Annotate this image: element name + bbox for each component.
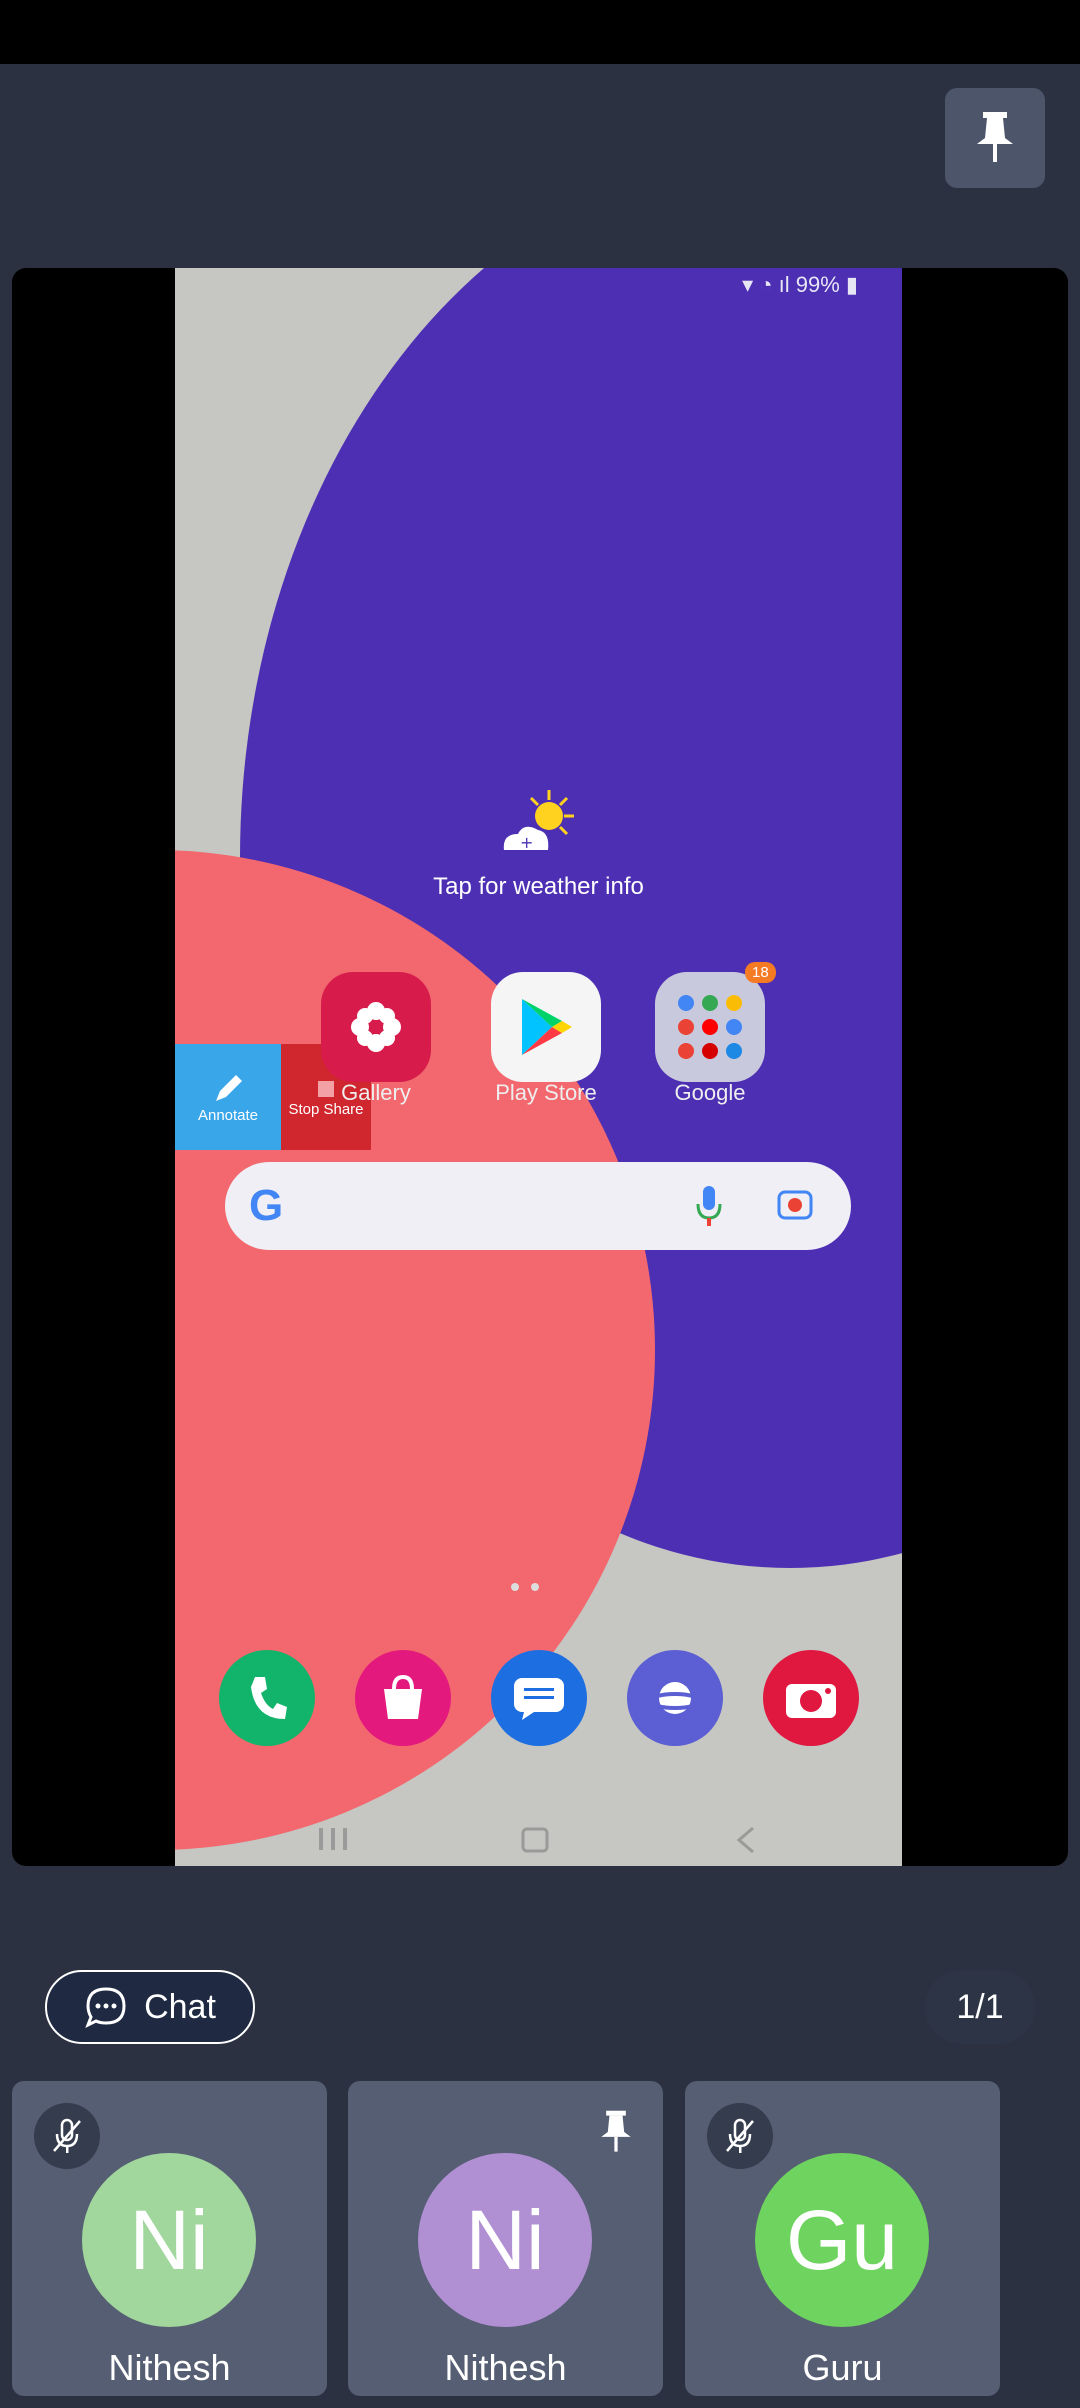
play-store-label: Play Store xyxy=(495,1080,597,1105)
participant-name: Nithesh xyxy=(108,2347,231,2388)
recent-apps-icon[interactable] xyxy=(315,1826,351,1852)
phone-nav-bar xyxy=(175,1808,902,1866)
google-folder[interactable]: 18 xyxy=(655,962,776,1082)
shared-phone-screen: ▾ ◔ ıl 99% ▮ + Tap for weather info Anno… xyxy=(175,268,902,1866)
battery-text: 99% xyxy=(795,272,840,297)
lens-icon[interactable] xyxy=(775,1184,815,1224)
mic-icon[interactable] xyxy=(695,1184,723,1228)
phone-icon xyxy=(251,1677,287,1719)
google-apps-folder-icon xyxy=(678,995,742,1059)
participant-tile[interactable]: Gu Guru xyxy=(685,2081,1000,2396)
home-icon[interactable] xyxy=(520,1826,550,1854)
system-status-bar xyxy=(0,0,1080,64)
participant-name: Guru xyxy=(802,2347,883,2388)
pin-icon[interactable] xyxy=(598,2109,634,2155)
svg-text:+: + xyxy=(520,833,533,852)
mic-off-icon xyxy=(726,2118,754,2153)
chat-button[interactable]: Chat xyxy=(45,1970,255,2044)
camera-app[interactable] xyxy=(763,1650,859,1746)
chat-icon xyxy=(85,1987,126,2029)
notification-badge: 18 xyxy=(745,962,776,983)
internet-icon xyxy=(648,1682,702,1714)
participant-tile[interactable]: Ni Nithesh xyxy=(12,2081,327,2396)
avatar: Gu xyxy=(755,2153,929,2327)
annotate-label: Annotate xyxy=(197,1106,259,1124)
screen-share-view: ▾ ◔ ıl 99% ▮ + Tap for weather info Anno… xyxy=(12,268,1068,1866)
messages-app[interactable] xyxy=(491,1650,587,1746)
store-app[interactable] xyxy=(355,1650,451,1746)
participant-tile[interactable]: Ni Nithesh xyxy=(348,2081,663,2396)
back-icon[interactable] xyxy=(735,1826,757,1854)
avatar: Ni xyxy=(82,2153,256,2327)
messages-icon xyxy=(514,1678,564,1720)
play-store-icon xyxy=(522,999,572,1055)
weather-text: Tap for weather info xyxy=(433,873,644,900)
google-logo: G xyxy=(249,1181,284,1230)
gallery-label: Gallery xyxy=(341,1080,411,1105)
annotate-button[interactable]: Annotate xyxy=(175,1044,281,1150)
page-dots xyxy=(505,1578,545,1596)
weather-widget[interactable]: + Tap for weather info xyxy=(175,788,902,901)
weather-icon: + xyxy=(503,790,574,852)
pin-icon xyxy=(977,112,1013,162)
mic-muted-badge xyxy=(34,2103,100,2169)
phone-status: ▾ ◔ ıl 99% ▮ xyxy=(742,272,858,297)
camera-icon xyxy=(786,1684,836,1718)
pencil-icon xyxy=(216,1074,242,1101)
pin-button[interactable] xyxy=(945,88,1045,188)
flower-icon xyxy=(351,1002,401,1052)
gallery-app[interactable] xyxy=(321,972,431,1082)
google-label: Google xyxy=(674,1080,746,1105)
internet-app[interactable] xyxy=(627,1650,723,1746)
avatar: Ni xyxy=(418,2153,592,2327)
chat-label: Chat xyxy=(144,1987,216,2026)
google-search-bar[interactable]: G xyxy=(225,1162,851,1250)
mic-off-icon xyxy=(53,2118,81,2153)
store-icon xyxy=(384,1674,422,1719)
phone-app[interactable] xyxy=(219,1650,315,1746)
page-indicator: 1/1 xyxy=(925,1970,1035,2044)
participant-name: Nithesh xyxy=(444,2347,567,2388)
mic-muted-badge xyxy=(707,2103,773,2169)
play-store-app[interactable] xyxy=(491,972,601,1082)
